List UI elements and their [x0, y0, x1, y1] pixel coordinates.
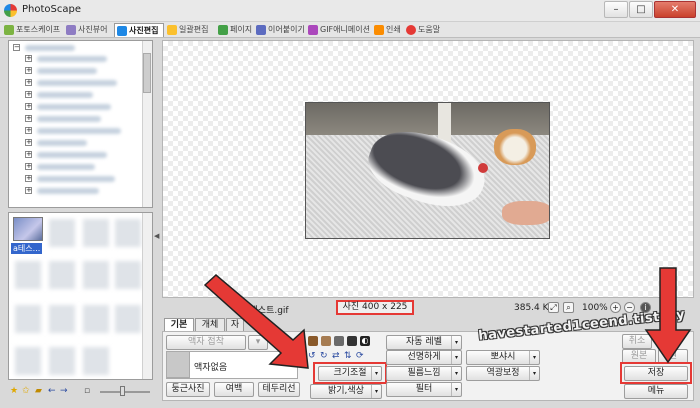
- tab-photoscape[interactable]: 포토스케이프: [2, 23, 60, 37]
- main-tab-bar: 포토스케이프 사진뷰어 사진편집 일괄편집 페이지 이어붙이기 GIF애니메이션…: [0, 22, 700, 38]
- tab-editor[interactable]: 사진편집: [114, 23, 164, 37]
- thumbnail-size-slider[interactable]: [100, 391, 150, 393]
- soft-glow-button[interactable]: 뽀샤시 ▾: [466, 350, 540, 365]
- zoom-box-icon[interactable]: ⌕: [563, 302, 574, 313]
- maximize-button[interactable]: □: [629, 1, 653, 18]
- tab-batch[interactable]: 일괄편집: [165, 23, 208, 37]
- editor-tab-icon: [117, 26, 127, 36]
- rotate-left-icon[interactable]: ↺: [308, 352, 317, 361]
- border-button[interactable]: 테두리선: [258, 382, 300, 397]
- rounded-photo-button[interactable]: 둥근사진: [166, 382, 210, 397]
- batch-tab-icon: [167, 25, 177, 35]
- bw-icon[interactable]: ◐: [360, 336, 370, 346]
- rotate-right-icon[interactable]: ↻: [320, 352, 329, 361]
- frame-swatch: [166, 351, 190, 378]
- sepia-icon[interactable]: [308, 336, 318, 346]
- expand-box-icon[interactable]: +: [25, 103, 32, 110]
- expand-box-icon[interactable]: +: [25, 187, 32, 194]
- photo-cats[interactable]: [305, 102, 550, 239]
- gif-tab-icon: [308, 25, 318, 35]
- expand-box-icon[interactable]: +: [25, 55, 32, 62]
- save-highlight: [620, 362, 692, 384]
- tab-crop[interactable]: 자: [226, 318, 244, 332]
- folder-tree[interactable]: − + + + + + + + + + + + +: [8, 40, 153, 208]
- title-bar: PhotoScape – □ ✕: [0, 0, 700, 22]
- star-icon[interactable]: ★: [10, 387, 19, 396]
- expand-box-icon[interactable]: +: [25, 67, 32, 74]
- frame-name: 액자없음: [194, 363, 228, 373]
- film-effect-button[interactable]: 필름느낌 ▾: [386, 366, 462, 381]
- resize-highlight: [313, 362, 387, 384]
- gray-icon[interactable]: [334, 336, 344, 346]
- viewer-tab-icon: [66, 25, 76, 35]
- tab-combine[interactable]: 이어붙이기: [254, 23, 305, 37]
- menu-button[interactable]: 메뉴: [624, 384, 688, 399]
- tree-scroll-thumb[interactable]: [143, 53, 151, 93]
- flip-icon[interactable]: ⇄: [332, 352, 341, 361]
- zoom-out-icon[interactable]: −: [624, 302, 635, 313]
- thumbnail-scrollbar[interactable]: [142, 213, 152, 379]
- frame-fit-dropdown[interactable]: ▾: [248, 335, 268, 350]
- fit-icon[interactable]: ⤢: [548, 302, 559, 313]
- mirror-icon[interactable]: ⇅: [344, 352, 353, 361]
- print-tab-icon: [374, 25, 384, 35]
- image-dimensions: 사진 400 x 225: [336, 300, 414, 315]
- combine-tab-icon: [256, 25, 266, 35]
- photoscape-tab-icon: [4, 25, 14, 35]
- tab-gif[interactable]: GIF애니메이션: [306, 23, 370, 37]
- tilt-icon[interactable]: ⟳: [356, 352, 365, 361]
- expand-box-icon[interactable]: +: [25, 91, 32, 98]
- image-canvas[interactable]: [162, 40, 694, 298]
- tab-object[interactable]: 개체: [195, 318, 225, 332]
- expand-box-icon[interactable]: +: [25, 151, 32, 158]
- small-thumb-icon: ▫: [84, 386, 91, 396]
- file-name: a테스트.gif: [244, 306, 289, 316]
- window-title: PhotoScape: [22, 4, 81, 15]
- back-arrow-icon[interactable]: ←: [48, 387, 57, 396]
- minimize-button[interactable]: –: [604, 1, 628, 18]
- warm-icon[interactable]: [321, 336, 331, 346]
- folder-icon[interactable]: ▰: [35, 387, 44, 396]
- photoscape-logo-icon: [4, 4, 17, 17]
- tab-page[interactable]: 페이지: [216, 23, 252, 37]
- filter-button[interactable]: 필터 ▾: [386, 382, 462, 397]
- zoom-in-icon[interactable]: +: [610, 302, 621, 313]
- tab-viewer[interactable]: 사진뷰어: [64, 23, 107, 37]
- expand-box-icon[interactable]: +: [25, 79, 32, 86]
- thumbnail-label: a테스...: [11, 243, 43, 254]
- frame-fit-button[interactable]: 액자 접착: [166, 335, 246, 350]
- brightness-button[interactable]: 밝기,색상 ▾: [310, 384, 382, 399]
- expand-box-icon[interactable]: +: [25, 115, 32, 122]
- expand-box-icon[interactable]: +: [25, 163, 32, 170]
- tab-print[interactable]: 인쇄: [372, 23, 401, 37]
- auto-level-button[interactable]: 자동 레벨 ▾: [386, 335, 462, 350]
- tab-help[interactable]: 도움말: [404, 23, 440, 37]
- tree-scrollbar[interactable]: [142, 41, 152, 207]
- expand-box-icon[interactable]: +: [25, 175, 32, 182]
- expand-box-icon[interactable]: +: [25, 139, 32, 146]
- help-tab-icon: [406, 25, 416, 35]
- slider-knob[interactable]: [120, 386, 125, 396]
- forward-arrow-icon[interactable]: →: [60, 387, 69, 396]
- cancel-button[interactable]: 취소: [622, 334, 652, 349]
- margin-button[interactable]: 여백: [214, 382, 254, 397]
- tab-basic[interactable]: 기본: [164, 318, 194, 332]
- thumbnail-image[interactable]: [13, 217, 43, 241]
- dark-icon[interactable]: [347, 336, 357, 346]
- sharpen-button[interactable]: 선명하게 ▾: [386, 350, 462, 365]
- star-add-icon[interactable]: ✩: [22, 387, 31, 396]
- thumbnail-panel[interactable]: a테스...: [8, 212, 153, 380]
- collapse-panel-icon[interactable]: ◀: [154, 232, 160, 248]
- zoom-level: 100%: [582, 303, 608, 313]
- page-tab-icon: [218, 25, 228, 35]
- expand-box-icon[interactable]: +: [25, 127, 32, 134]
- collapse-box-icon[interactable]: −: [13, 44, 20, 51]
- left-toolbar: ★ ✩ ▰ ← → ▫: [8, 384, 153, 400]
- backlight-button[interactable]: 역광보정 ▾: [466, 366, 540, 381]
- close-button[interactable]: ✕: [654, 1, 696, 18]
